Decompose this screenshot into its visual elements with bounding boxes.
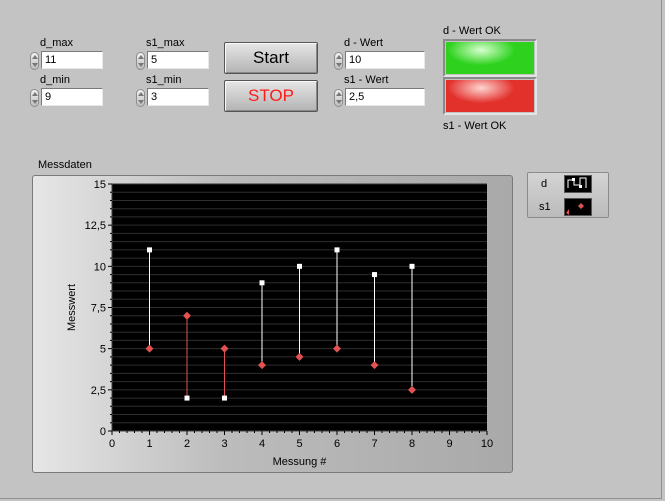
y-tick-label: 12,5 — [85, 220, 106, 232]
x-tick-label: 9 — [446, 438, 452, 450]
legend-name-s1: s1 — [539, 201, 551, 213]
y-tick-label: 15 — [94, 179, 106, 191]
plot-legend[interactable]: d s1 — [527, 172, 609, 218]
y-tick-label: 0 — [100, 426, 106, 438]
x-tick-label: 2 — [184, 438, 190, 450]
x-tick-label: 8 — [409, 438, 415, 450]
x-tick-label: 5 — [296, 438, 302, 450]
y-tick-label: 2,5 — [91, 385, 106, 397]
legend-entry-d[interactable]: d — [528, 174, 608, 194]
x-axis-label: Messung # — [273, 456, 328, 468]
x-tick-label: 7 — [371, 438, 377, 450]
data-point-d — [297, 263, 302, 269]
data-point-d — [334, 247, 340, 253]
data-point-d — [184, 395, 190, 401]
x-tick-label: 10 — [481, 438, 493, 450]
x-tick-label: 4 — [259, 438, 265, 450]
y-tick-label: 10 — [94, 261, 106, 273]
y-tick-label: 7,5 — [91, 303, 106, 315]
data-point-d — [259, 280, 265, 286]
y-tick-label: 5 — [100, 344, 106, 356]
legend-name-d: d — [541, 178, 548, 190]
data-point-d — [222, 395, 227, 401]
data-point-d — [147, 247, 152, 253]
x-tick-label: 0 — [109, 438, 115, 450]
legend-entry-s1[interactable]: s1 — [528, 197, 608, 217]
y-axis-label: Messwert — [66, 284, 78, 331]
data-point-d — [409, 263, 415, 269]
waveform-graph: 0 2,5 5 7,5 10 12,5 15 0 1 2 3 4 5 6 7 8 9 10 Messung # Mes… — [66, 179, 493, 468]
x-tick-label: 6 — [334, 438, 340, 450]
x-tick-label: 3 — [221, 438, 227, 450]
data-point-d — [372, 272, 377, 278]
x-tick-label: 1 — [146, 438, 152, 450]
plot-style-swatch-icon[interactable] — [564, 198, 592, 216]
plot-style-swatch-icon[interactable] — [564, 175, 592, 193]
